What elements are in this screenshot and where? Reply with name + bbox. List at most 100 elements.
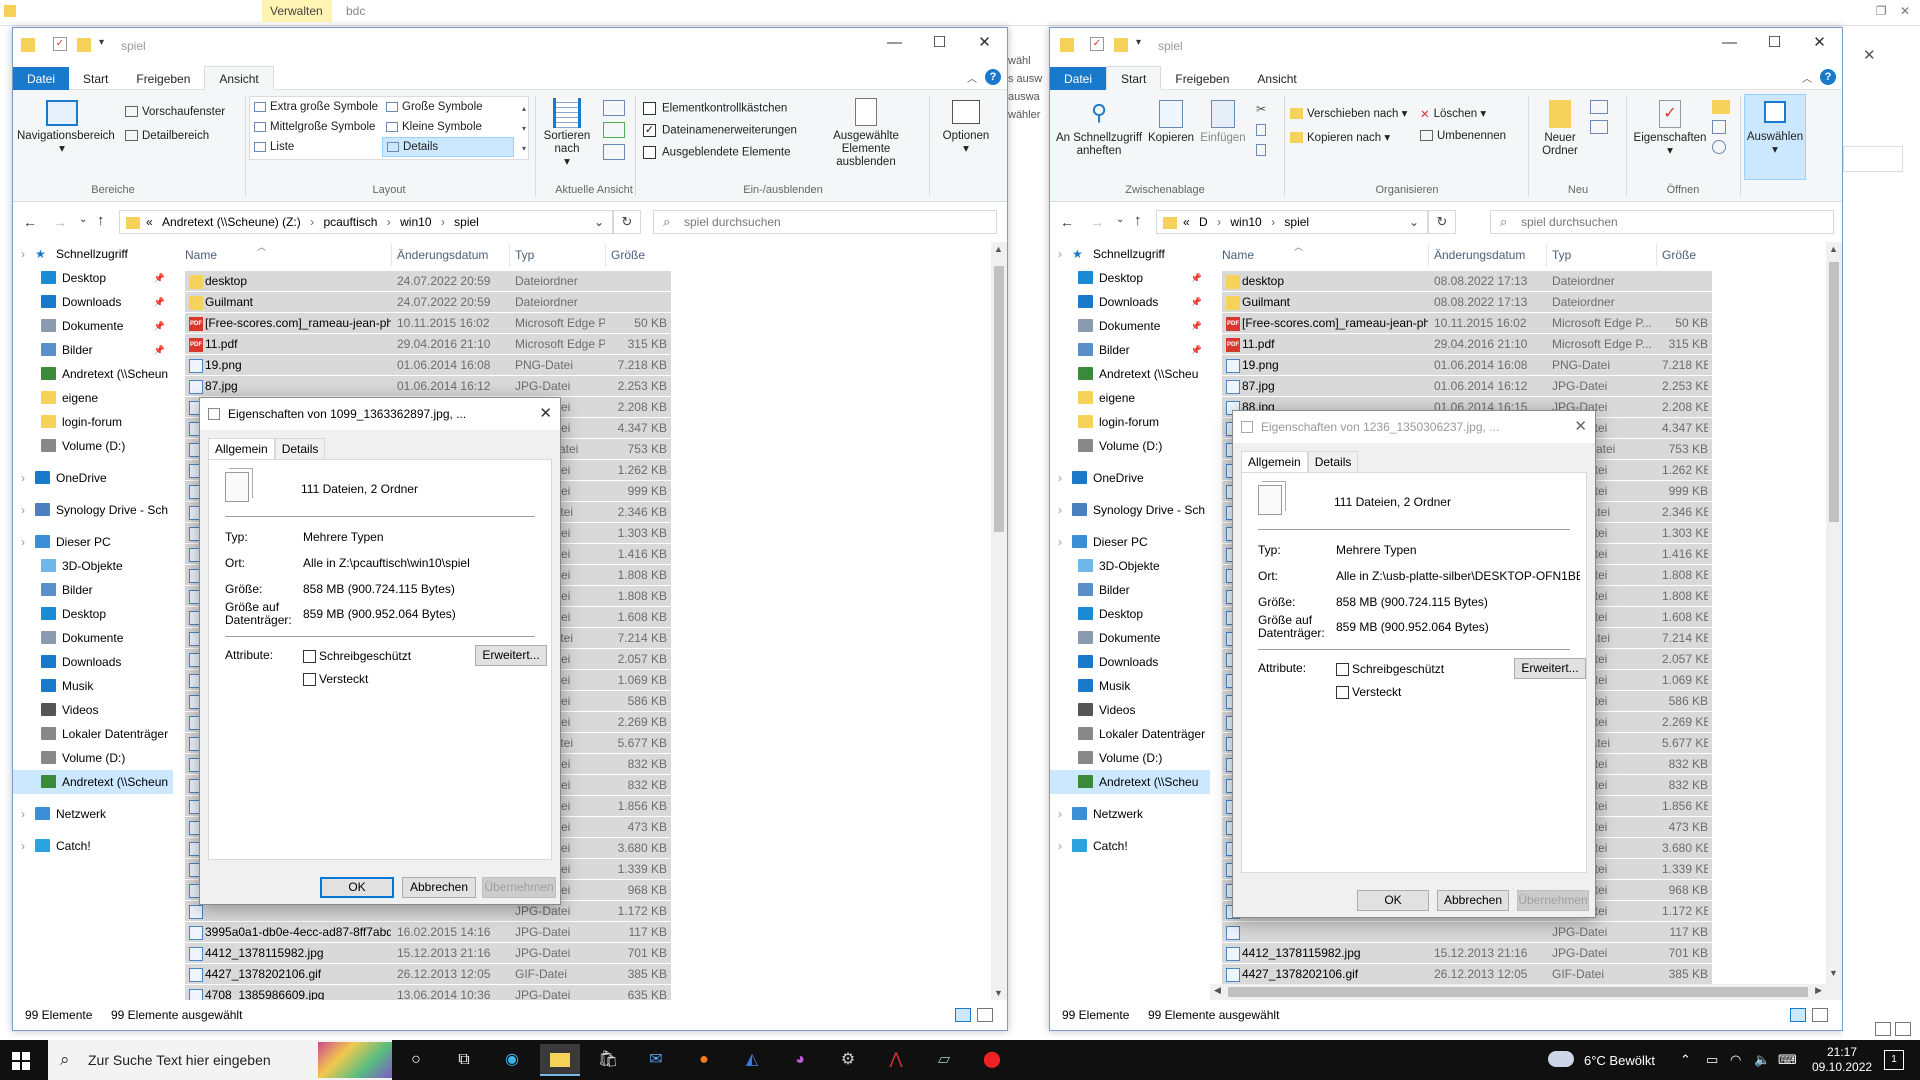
nav-item-folder[interactable]: login-forum <box>1050 410 1210 434</box>
expand-chevron-icon[interactable]: › <box>21 834 25 858</box>
column-divider[interactable] <box>1428 244 1429 266</box>
windows-start-icon[interactable] <box>12 1052 30 1070</box>
file-extensions-toggle[interactable]: ✓ Dateinamenerweiterungen <box>643 124 797 137</box>
store-icon[interactable]: 🛍 <box>588 1044 628 1076</box>
column-header-type[interactable]: Typ <box>515 248 534 262</box>
tray-overflow-icon[interactable]: ⌃ <box>1680 1052 1691 1068</box>
breadcrumb-item[interactable]: win10 <box>1230 215 1261 229</box>
nav-item-desktop[interactable]: Desktop <box>1050 602 1210 626</box>
minimize-button[interactable]: — <box>872 28 917 58</box>
app-icon[interactable]: ◭ <box>732 1044 772 1076</box>
customize-quick-access-icon[interactable]: ▾ <box>1136 37 1141 48</box>
paste-button[interactable]: Einfügen <box>1198 100 1248 145</box>
edit-icon[interactable] <box>1712 120 1726 134</box>
select-button[interactable]: Auswählen ▾ <box>1744 94 1806 180</box>
sort-ascending-icon[interactable]: ︿ <box>1294 242 1303 253</box>
preview-pane-button[interactable]: Vorschaufenster <box>125 106 225 118</box>
vertical-scrollbar[interactable]: ▲ ▼ <box>1826 242 1842 1000</box>
nav-item-desktop[interactable]: Desktop <box>13 602 173 626</box>
options-button[interactable]: Optionen ▾ <box>933 100 999 156</box>
tab-ansicht[interactable]: Ansicht <box>204 66 274 90</box>
vertical-scrollbar[interactable]: ▲ ▼ <box>991 242 1007 1000</box>
steam-icon[interactable]: ⚙ <box>828 1044 868 1076</box>
chevron-right-icon[interactable]: › <box>438 215 449 229</box>
breadcrumb-item[interactable]: pcauftisch <box>323 215 377 229</box>
group-by-icon[interactable] <box>603 100 625 116</box>
hidden-checkbox[interactable] <box>1336 686 1349 699</box>
apply-button[interactable]: Übernehmen <box>482 877 556 898</box>
scroll-up-icon[interactable]: ▲ <box>1829 244 1838 254</box>
nav-item-drive[interactable]: Lokaler Datenträger <box>1050 722 1210 746</box>
nav-item-download[interactable]: Downloads 📌 <box>1050 290 1210 314</box>
column-header-size[interactable]: Größe <box>1662 248 1696 262</box>
address-bar[interactable]: « Andretext (\\Scheune) (Z:) › pcauftisc… <box>119 210 613 234</box>
nav-item-onedrive[interactable]: OneDrive › <box>13 466 173 490</box>
nav-item-documents[interactable]: Dokumente 📌 <box>13 314 173 338</box>
record-icon[interactable]: ⬤ <box>972 1044 1012 1076</box>
notepad-icon[interactable]: ▱ <box>924 1044 964 1076</box>
nav-item-documents[interactable]: Dokumente <box>1050 626 1210 650</box>
nav-item-network[interactable]: Netzwerk › <box>13 802 173 826</box>
breadcrumb-item[interactable]: win10 <box>400 215 431 229</box>
breadcrumb-item[interactable]: spiel <box>454 215 479 229</box>
table-row[interactable]: 87.jpg 01.06.2014 16:12 JPG-Datei 2.253 KB <box>185 375 671 396</box>
column-divider[interactable] <box>1656 244 1657 266</box>
nav-item-network-drive[interactable]: Andretext (\\Scheu <box>1050 362 1210 386</box>
breadcrumb-item[interactable]: D <box>1199 215 1208 229</box>
column-divider[interactable] <box>391 244 392 266</box>
column-header-date[interactable]: Änderungsdatum <box>1434 248 1525 262</box>
table-row[interactable]: 87.jpg 01.06.2014 16:12 JPG-Datei 2.253 KB <box>1222 375 1712 396</box>
easy-access-icon[interactable] <box>1590 120 1608 134</box>
breadcrumb-overflow[interactable]: « <box>1183 215 1190 229</box>
recent-locations-icon[interactable]: ⌄ <box>79 214 87 225</box>
customize-quick-access-icon[interactable]: ▾ <box>99 37 104 48</box>
forward-arrow-icon[interactable]: → <box>1090 214 1104 230</box>
nav-item-network-drive[interactable]: Andretext (\\Scheun <box>13 362 173 386</box>
scroll-thumb[interactable] <box>994 266 1004 532</box>
chevron-right-icon[interactable]: › <box>1214 215 1225 229</box>
nav-item-pictures[interactable]: Bilder 📌 <box>1050 338 1210 362</box>
tab-datei[interactable]: Datei <box>1050 67 1107 91</box>
readonly-checkbox[interactable] <box>1336 663 1349 676</box>
cut-icon[interactable]: ✂ <box>1256 102 1266 116</box>
layout-large-icons[interactable]: Große Symbole <box>386 101 483 113</box>
table-row[interactable]: 3995a0a1-db0e-4ecc-ad87-8ff7abdcadc3....… <box>185 921 671 942</box>
nav-item-3d[interactable]: 3D-Objekte <box>13 554 173 578</box>
nav-item-pc[interactable]: Dieser PC › <box>1050 530 1210 554</box>
layout-details[interactable]: Details <box>382 137 514 157</box>
nav-item-documents[interactable]: Dokumente 📌 <box>1050 314 1210 338</box>
large-icons-view-icon[interactable] <box>1895 1022 1911 1036</box>
ok-button[interactable]: OK <box>320 877 394 898</box>
up-arrow-icon[interactable]: ↑ <box>97 212 105 229</box>
table-row[interactable]: Guilmant 24.07.2022 20:59 Dateiordner <box>185 291 671 312</box>
cortana-icon[interactable]: ○ <box>396 1044 436 1076</box>
tab-allgemein[interactable]: Allgemein <box>1241 451 1308 473</box>
nav-item-download[interactable]: Downloads 📌 <box>13 290 173 314</box>
nav-item-drive[interactable]: Volume (D:) <box>1050 434 1210 458</box>
breadcrumb-overflow[interactable]: « <box>146 215 153 229</box>
close-icon[interactable]: ✕ <box>1863 46 1876 64</box>
nav-item-drive[interactable]: Volume (D:) <box>1050 746 1210 770</box>
nav-item-synology[interactable]: Synology Drive - Sch › <box>1050 498 1210 522</box>
details-view-icon[interactable] <box>955 1008 971 1022</box>
new-item-icon[interactable] <box>1590 100 1608 114</box>
nav-item-folder[interactable]: login-forum <box>13 410 173 434</box>
expand-chevron-icon[interactable]: › <box>1058 466 1062 490</box>
maximize-button[interactable]: ☐ <box>917 28 962 58</box>
table-row[interactable]: Guilmant 08.08.2022 17:13 Dateiordner <box>1222 291 1712 312</box>
paste-shortcut-icon[interactable] <box>1256 144 1266 156</box>
column-header-date[interactable]: Änderungsdatum <box>397 248 488 262</box>
nav-item-folder[interactable]: eigene <box>1050 386 1210 410</box>
pin-quick-access-button[interactable]: ⚲ An Schnellzugriff anheften <box>1054 100 1144 158</box>
table-row[interactable]: PDF[Free-scores.com]_rameau-jean-philipp… <box>185 312 671 333</box>
gallery-scroll-icon[interactable]: ▴ ▾ ▾ <box>522 99 526 159</box>
checkbox[interactable] <box>643 146 656 159</box>
table-row[interactable]: 4427_1378202106.gif 26.12.2013 12:05 GIF-D… <box>1222 963 1712 984</box>
expand-chevron-icon[interactable]: › <box>1058 530 1062 554</box>
nav-item-music[interactable]: Musik <box>1050 674 1210 698</box>
column-divider[interactable] <box>509 244 510 266</box>
background-tab-verwalten[interactable]: Verwalten <box>262 0 332 22</box>
history-icon[interactable] <box>1712 140 1726 154</box>
nav-item-star[interactable]: ★ Schnellzugriff › <box>1050 242 1210 266</box>
checkbox[interactable] <box>643 102 656 115</box>
